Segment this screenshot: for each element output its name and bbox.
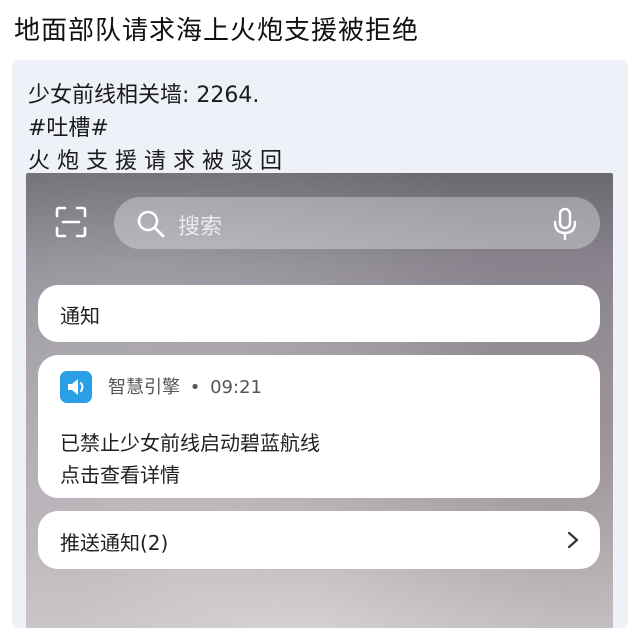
push-notifications-row[interactable]: 推送通知(2) xyxy=(38,511,600,569)
notification-time: 09:21 xyxy=(210,377,262,398)
post-headline: 地面部队请求海上火炮支援被拒绝 xyxy=(14,16,420,46)
notifications-header-card[interactable]: 通知 xyxy=(38,285,600,342)
notification-meta: 智慧引擎 • 09:21 xyxy=(108,373,262,399)
push-notifications-label: 推送通知(2) xyxy=(60,531,169,555)
speaker-icon xyxy=(60,371,92,403)
notification-title: 已禁止少女前线启动碧蓝航线 xyxy=(60,431,320,455)
post-hashtag[interactable]: #吐槽# xyxy=(28,110,109,142)
scan-icon[interactable] xyxy=(54,205,88,239)
post-text-line-3: 火炮支援请求被驳回 xyxy=(28,149,290,174)
chevron-right-icon xyxy=(567,531,579,549)
search-icon xyxy=(137,210,165,238)
search-placeholder: 搜索 xyxy=(178,215,223,240)
meta-separator: • xyxy=(189,377,201,398)
microphone-icon[interactable] xyxy=(552,207,578,241)
search-bar[interactable]: 搜索 xyxy=(114,197,600,249)
notification-body: 点击查看详情 xyxy=(60,463,180,487)
notification-card[interactable]: 智慧引擎 • 09:21 已禁止少女前线启动碧蓝航线 点击查看详情 xyxy=(38,355,600,498)
app-name: 智慧引擎 xyxy=(108,377,180,398)
post-text-line-1: 少女前线相关墙: 2264. xyxy=(28,83,260,108)
notifications-title: 通知 xyxy=(60,304,100,328)
post-card: 少女前线相关墙: 2264. #吐槽# 火炮支援请求被驳回 搜索 通知 智慧引擎… xyxy=(12,60,628,628)
phone-screenshot: 搜索 通知 智慧引擎 • 09:21 已禁止少女前线启动碧蓝航线 点击查看详情 … xyxy=(26,173,613,628)
